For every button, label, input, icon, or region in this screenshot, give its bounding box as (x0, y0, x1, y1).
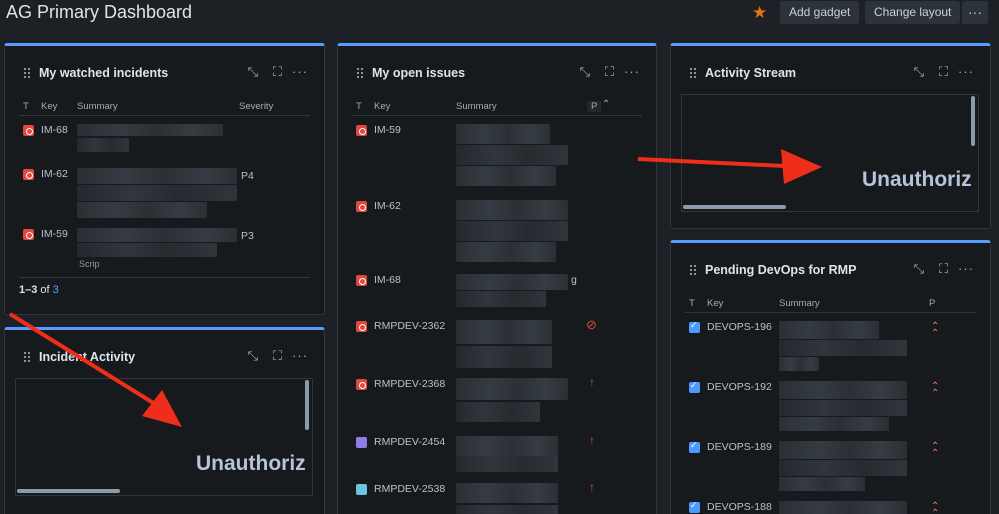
arrow-to-activity-stream (637, 149, 822, 184)
annotation-arrow (8, 149, 822, 427)
arrow-to-incident-activity (8, 312, 182, 427)
